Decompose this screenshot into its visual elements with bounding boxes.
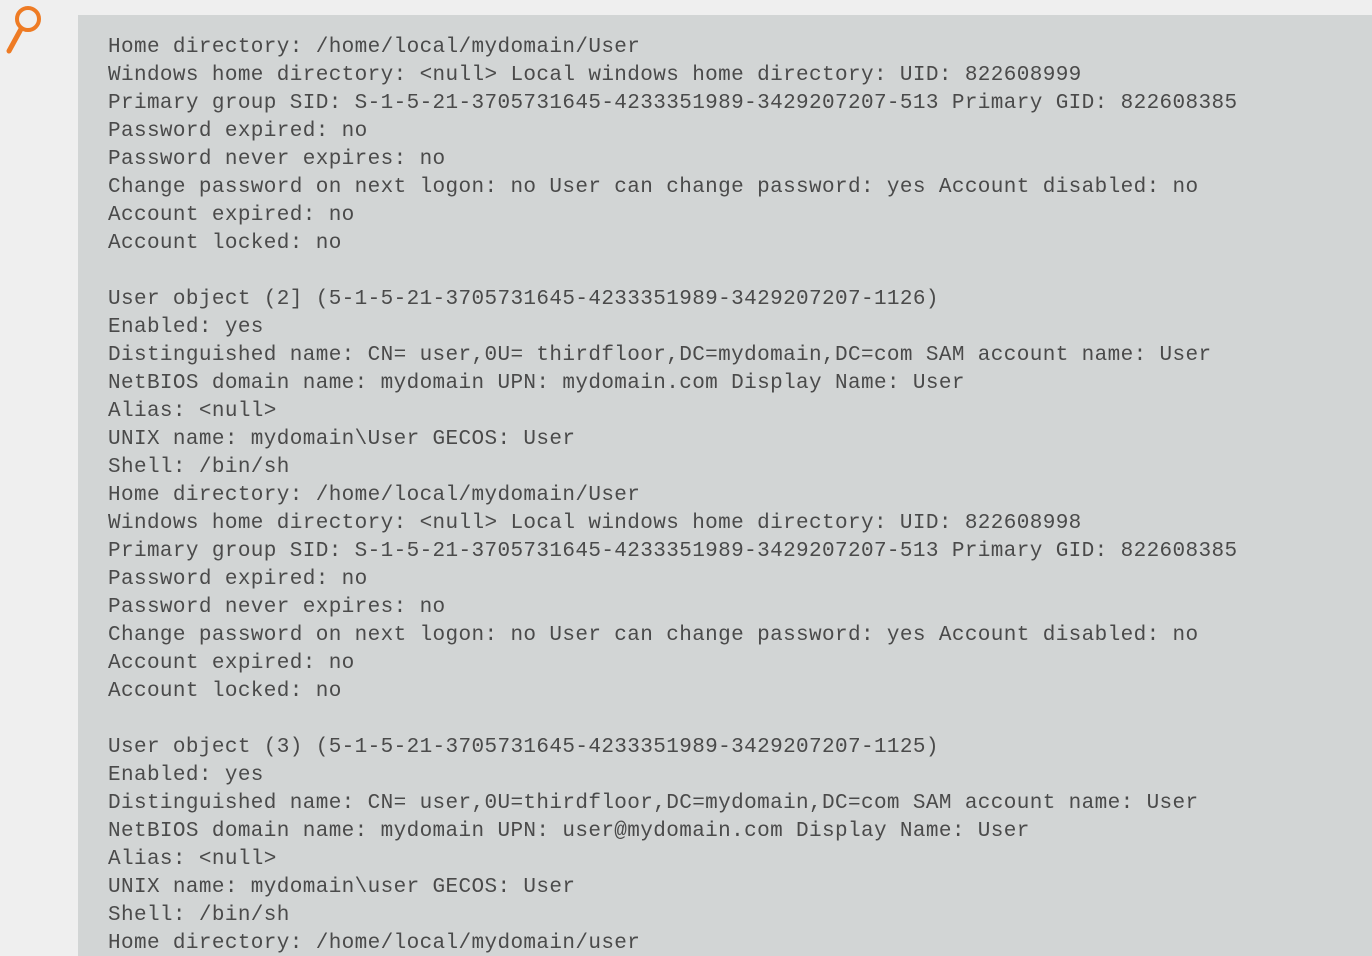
code-line: Home directory: /home/local/mydomain/Use… xyxy=(108,36,641,59)
code-line: NetBIOS domain name: mydomain UPN: mydom… xyxy=(108,372,965,395)
code-line: Distinguished name: CN= user,0U=thirdflo… xyxy=(108,792,1199,815)
code-line: Primary group SID: S-1-5-21-3705731645-4… xyxy=(108,92,1238,115)
code-line: Account expired: no xyxy=(108,204,355,227)
code-line: NetBIOS domain name: mydomain UPN: user@… xyxy=(108,820,1030,843)
code-line: UNIX name: mydomain\user GECOS: User xyxy=(108,876,576,899)
code-line: Enabled: yes xyxy=(108,764,264,787)
code-line: Windows home directory: <null> Local win… xyxy=(108,512,1082,535)
code-line: Change password on next logon: no User c… xyxy=(108,624,1199,647)
code-line-blank xyxy=(108,706,1237,734)
code-line: UNIX name: mydomain\User GECOS: User xyxy=(108,428,576,451)
code-line: Password expired: no xyxy=(108,568,368,591)
code-line: Home directory: /home/local/mydomain/Use… xyxy=(108,484,641,507)
code-line-blank xyxy=(108,258,1237,286)
code-line: Home directory: /home/local/mydomain/use… xyxy=(108,932,641,955)
code-line: Account expired: no xyxy=(108,652,355,675)
code-line: Alias: <null> xyxy=(108,848,277,871)
code-line: Primary group SID: S-1-5-21-3705731645-4… xyxy=(108,540,1238,563)
code-line: Distinguished name: CN= user,0U= thirdfl… xyxy=(108,344,1212,367)
code-line: Enabled: yes xyxy=(108,316,264,339)
code-line: Change password on next logon: no User c… xyxy=(108,176,1199,199)
code-line: Password never expires: no xyxy=(108,596,446,619)
code-line: Shell: /bin/sh xyxy=(108,904,290,927)
magnifier-icon xyxy=(6,6,41,54)
code-line: Alias: <null> xyxy=(108,400,277,423)
code-line: Account locked: no xyxy=(108,232,342,255)
code-line: Account locked: no xyxy=(108,680,342,703)
code-line: User object (3) (5-1-5-21-3705731645-423… xyxy=(108,736,939,759)
code-line: User object (2] (5-1-5-21-3705731645-423… xyxy=(108,288,939,311)
code-line: Windows home directory: <null> Local win… xyxy=(108,64,1082,87)
code-lines: Home directory: /home/local/mydomain/Use… xyxy=(108,34,1237,956)
code-line: Password never expires: no xyxy=(108,148,446,171)
code-block: Home directory: /home/local/mydomain/Use… xyxy=(78,15,1372,956)
code-line: Shell: /bin/sh xyxy=(108,456,290,479)
code-line: Password expired: no xyxy=(108,120,368,143)
